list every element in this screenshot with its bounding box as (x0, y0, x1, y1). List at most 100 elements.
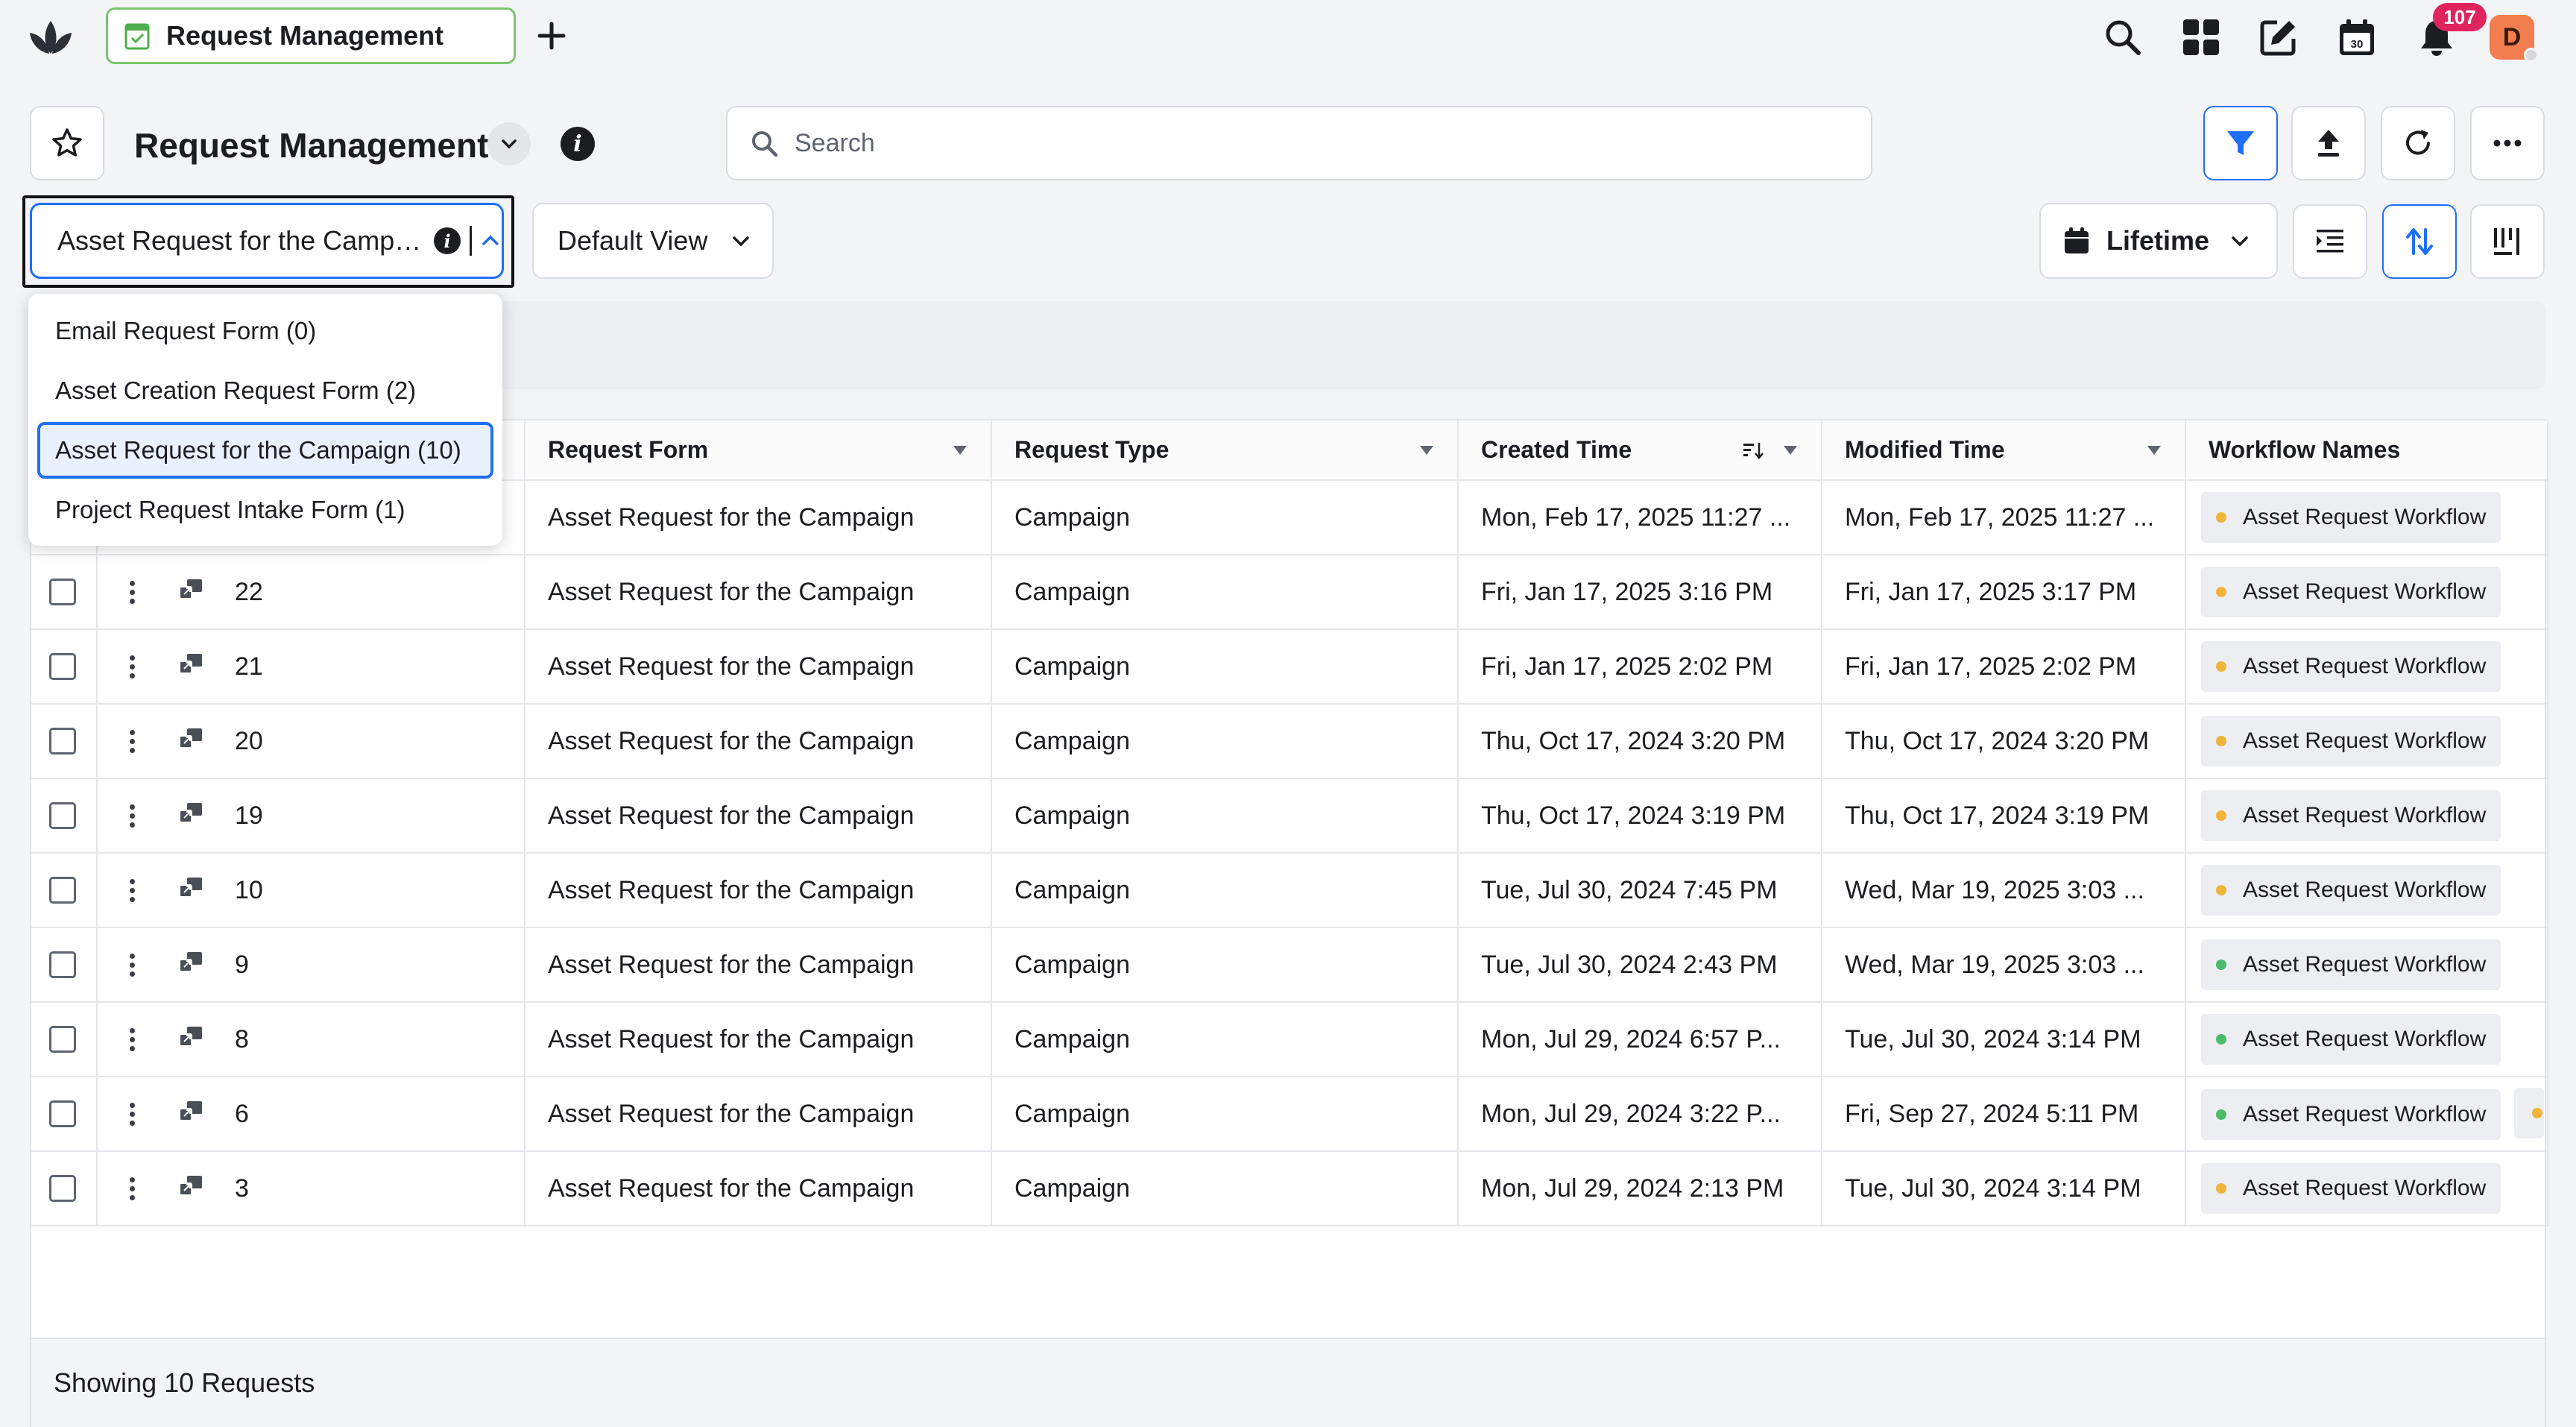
column-header-created-time[interactable]: Created Time (1458, 420, 1822, 481)
search-input[interactable] (795, 128, 1838, 158)
row-menu-icon[interactable] (127, 804, 136, 828)
column-menu-icon[interactable] (2146, 442, 2162, 459)
apps-launcher-button[interactable] (2177, 13, 2225, 61)
row-checkbox[interactable] (49, 653, 76, 680)
column-menu-icon[interactable] (952, 442, 968, 459)
app-tab-request-management[interactable]: Request Management (106, 7, 516, 64)
row-menu-icon[interactable] (127, 1176, 136, 1200)
row-menu-icon[interactable] (127, 1102, 136, 1126)
compose-button[interactable] (2255, 13, 2302, 61)
request-id[interactable]: 20 (235, 727, 263, 756)
workflow-chip[interactable]: Asset Request Workflow (2201, 939, 2501, 990)
workflow-chip[interactable]: Asset Request Workflow (2201, 1089, 2501, 1140)
workflow-name: Asset Request Workflow (2243, 728, 2487, 753)
open-record-button[interactable] (178, 801, 203, 831)
open-record-button[interactable] (178, 578, 203, 607)
column-menu-icon[interactable] (1418, 442, 1435, 459)
request-form-select[interactable]: Asset Request for the Campaign i (30, 203, 504, 279)
table-row[interactable]: 3 Asset Request for the Campaign Campaign M… (31, 1151, 2548, 1226)
view-select[interactable]: Default View (532, 203, 774, 279)
table-row[interactable]: 6 Asset Request for the Campaign Campaign M… (31, 1077, 2548, 1152)
request-id[interactable]: 21 (235, 652, 263, 681)
workflow-chip[interactable]: Asset Request Workflow (2201, 790, 2501, 841)
export-button[interactable] (2291, 106, 2366, 180)
more-workflows-chip[interactable] (2514, 1088, 2545, 1138)
more-options-button[interactable] (2470, 106, 2545, 180)
row-menu-icon[interactable] (127, 729, 136, 753)
row-menu-icon[interactable] (127, 953, 136, 977)
workflow-chip[interactable]: Asset Request Workflow (2201, 716, 2501, 766)
column-header-workflow-names[interactable]: Workflow Names (2185, 420, 2548, 481)
request-id[interactable]: 6 (235, 1100, 249, 1129)
open-record-button[interactable] (178, 951, 203, 980)
date-range-select[interactable]: Lifetime (2039, 203, 2278, 279)
request-id[interactable]: 9 (235, 951, 249, 980)
request-id[interactable]: 8 (235, 1025, 249, 1054)
column-settings-button[interactable] (2470, 204, 2545, 279)
chevron-up-icon[interactable] (479, 230, 502, 252)
sort-desc-icon[interactable] (1742, 441, 1764, 460)
plus-icon (537, 22, 566, 50)
request-id[interactable]: 19 (235, 801, 263, 831)
column-header-request-type[interactable]: Request Type (991, 420, 1459, 481)
dropdown-option-selected[interactable]: Asset Request for the Campaign (10) (37, 422, 493, 479)
table-row[interactable]: 10 Asset Request for the Campaign Campaign… (31, 853, 2548, 928)
row-menu-icon[interactable] (127, 1027, 136, 1051)
row-checkbox[interactable] (49, 1026, 76, 1053)
sort-icon (2406, 228, 2433, 255)
workflow-chip[interactable]: Asset Request Workflow (2201, 567, 2501, 617)
workflow-chip[interactable]: Asset Request Workflow (2201, 641, 2501, 692)
row-checkbox[interactable] (49, 728, 76, 755)
info-icon[interactable]: i (434, 227, 461, 254)
add-tab-button[interactable] (531, 15, 572, 57)
favorite-button[interactable] (30, 106, 104, 180)
row-checkbox[interactable] (49, 1100, 76, 1127)
column-menu-icon[interactable] (1782, 442, 1799, 459)
filter-button[interactable] (2203, 106, 2278, 180)
request-id[interactable]: 22 (235, 578, 263, 607)
row-menu-icon[interactable] (127, 878, 136, 902)
column-header-request-form[interactable]: Request Form (525, 420, 992, 481)
sort-button[interactable] (2382, 204, 2457, 279)
workflow-chip[interactable]: Asset Request Workflow (2201, 1163, 2501, 1214)
open-record-button[interactable] (178, 1025, 203, 1054)
row-select-cell (31, 778, 98, 854)
open-record-button[interactable] (178, 1100, 203, 1129)
sprinklr-logo-icon[interactable] (27, 16, 75, 58)
row-checkbox[interactable] (49, 802, 76, 829)
dropdown-option[interactable]: Project Request Intake Form (1) (37, 482, 493, 538)
open-record-button[interactable] (178, 876, 203, 905)
row-density-button[interactable] (2293, 204, 2367, 279)
row-checkbox[interactable] (49, 877, 76, 904)
global-search-button[interactable] (2099, 13, 2147, 61)
row-checkbox[interactable] (49, 951, 76, 978)
request-id[interactable]: 3 (235, 1174, 249, 1203)
workflow-chip[interactable]: Asset Request Workflow (2201, 865, 2501, 916)
row-menu-icon[interactable] (127, 655, 136, 678)
workflow-name: Asset Request Workflow (2243, 1101, 2487, 1127)
table-row[interactable]: 22 Asset Request for the Campaign Campaign… (31, 555, 2548, 630)
table-row[interactable]: 20 Asset Request for the Campaign Campaign… (31, 704, 2548, 779)
table-row[interactable]: 19 Asset Request for the Campaign Campaign… (31, 778, 2548, 854)
dropdown-option[interactable]: Email Request Form (0) (37, 303, 493, 359)
search-bar[interactable] (726, 106, 1872, 180)
refresh-button[interactable] (2381, 106, 2455, 180)
open-record-button[interactable] (178, 727, 203, 756)
table-row[interactable]: 9 Asset Request for the Campaign Campaign T… (31, 927, 2548, 1003)
row-checkbox[interactable] (49, 1175, 76, 1202)
info-icon[interactable]: i (561, 127, 595, 161)
open-record-button[interactable] (178, 1174, 203, 1203)
page-menu-button[interactable] (487, 122, 531, 166)
table-row[interactable]: 21 Asset Request for the Campaign Campaign… (31, 629, 2548, 705)
view-select-value: Default View (558, 225, 708, 256)
request-id[interactable]: 10 (235, 876, 263, 905)
row-checkbox[interactable] (49, 579, 76, 605)
workflow-chip[interactable]: Asset Request Workflow (2201, 492, 2501, 543)
dropdown-option[interactable]: Asset Creation Request Form (2) (37, 362, 493, 419)
table-row[interactable]: 8 Asset Request for the Campaign Campaign M… (31, 1002, 2548, 1077)
open-record-button[interactable] (178, 652, 203, 681)
row-menu-icon[interactable] (127, 580, 136, 604)
workflow-chip[interactable]: Asset Request Workflow (2201, 1014, 2501, 1065)
column-header-modified-time[interactable]: Modified Time (1822, 420, 2186, 481)
calendar-button[interactable]: 30 (2333, 13, 2381, 61)
